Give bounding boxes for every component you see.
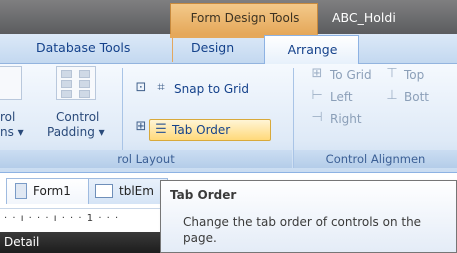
left-fragment-line1: rol [0,110,16,124]
tooltip-body: Change the tab order of controls on the … [183,215,422,245]
tab-order-button[interactable]: ☰ Tab Order [149,119,271,141]
align-right-button[interactable]: Right [330,112,362,126]
control-alignment-group-label: Control Alignmen [294,150,457,168]
snap-to-grid-button[interactable]: Snap to Grid [174,82,249,96]
align-to-grid-button[interactable]: To Grid [330,68,372,82]
context-tab-header: Form Design Tools [170,3,318,34]
ruler-marks: · · ı · · · ı · · · 1 · · · [4,213,120,224]
tooltip: Tab Order Change the tab order of contro… [160,180,457,253]
snap-to-grid-icon: ⌗ [157,80,165,95]
align-top-icon: ⊤ [386,66,398,81]
control-padding-label-2[interactable]: Padding ▾ [47,125,105,139]
tab-arrange-label: Arrange [287,42,338,57]
align-left-icon: ⊢ [311,88,323,103]
detail-section-bar[interactable]: Detail [0,232,170,253]
ribbon-tab-row: Database Tools Design [0,34,457,64]
align-right-icon: ⊣ [311,110,323,125]
control-layout-icon [0,66,22,100]
context-tab-label: Form Design Tools [190,11,300,25]
align-left-button[interactable]: Left [330,90,353,104]
align-top-button[interactable]: Top [404,68,424,82]
align-bottom-icon: ⊥ [386,88,398,103]
tab-design[interactable]: Design [191,40,234,55]
document-tab-tblem[interactable]: tblEm [88,178,168,204]
control-padding-icon[interactable] [56,66,96,100]
control-padding-label[interactable]: Control [56,110,99,124]
align-to-grid-icon: ⊞ [311,66,323,81]
context-divider [172,38,173,62]
control-layout-group-label: rol Layout [0,150,292,168]
left-fragment-line2[interactable]: ns ▾ [0,125,24,139]
detail-section-label: Detail [4,235,40,249]
tab-database-tools[interactable]: Database Tools [36,40,130,55]
tab-order-icon: ☰ [155,122,167,137]
document-tab-form1[interactable]: Form1 [6,178,96,204]
align-bottom-button[interactable]: Bott [404,90,429,104]
tooltip-title: Tab Order [170,188,237,202]
bring-to-front-icon[interactable]: ⊞ [132,119,150,135]
size-to-fit-icon[interactable]: ⊡ [132,80,150,96]
ribbon-body: rol ns ▾ Control Padding ▾ ⊡ ⌗ Snap to G… [0,64,457,172]
document-title: ABC_Holdi [332,10,396,25]
document-tab-tblem-label: tblEm [119,184,154,198]
form-icon [15,183,27,199]
document-tab-form1-label: Form1 [33,184,71,198]
tab-arrange[interactable]: Arrange [264,35,359,65]
table-icon [95,184,113,198]
horizontal-ruler: · · ı · · · ı · · · 1 · · · [0,208,170,232]
tab-order-label: Tab Order [172,123,231,137]
